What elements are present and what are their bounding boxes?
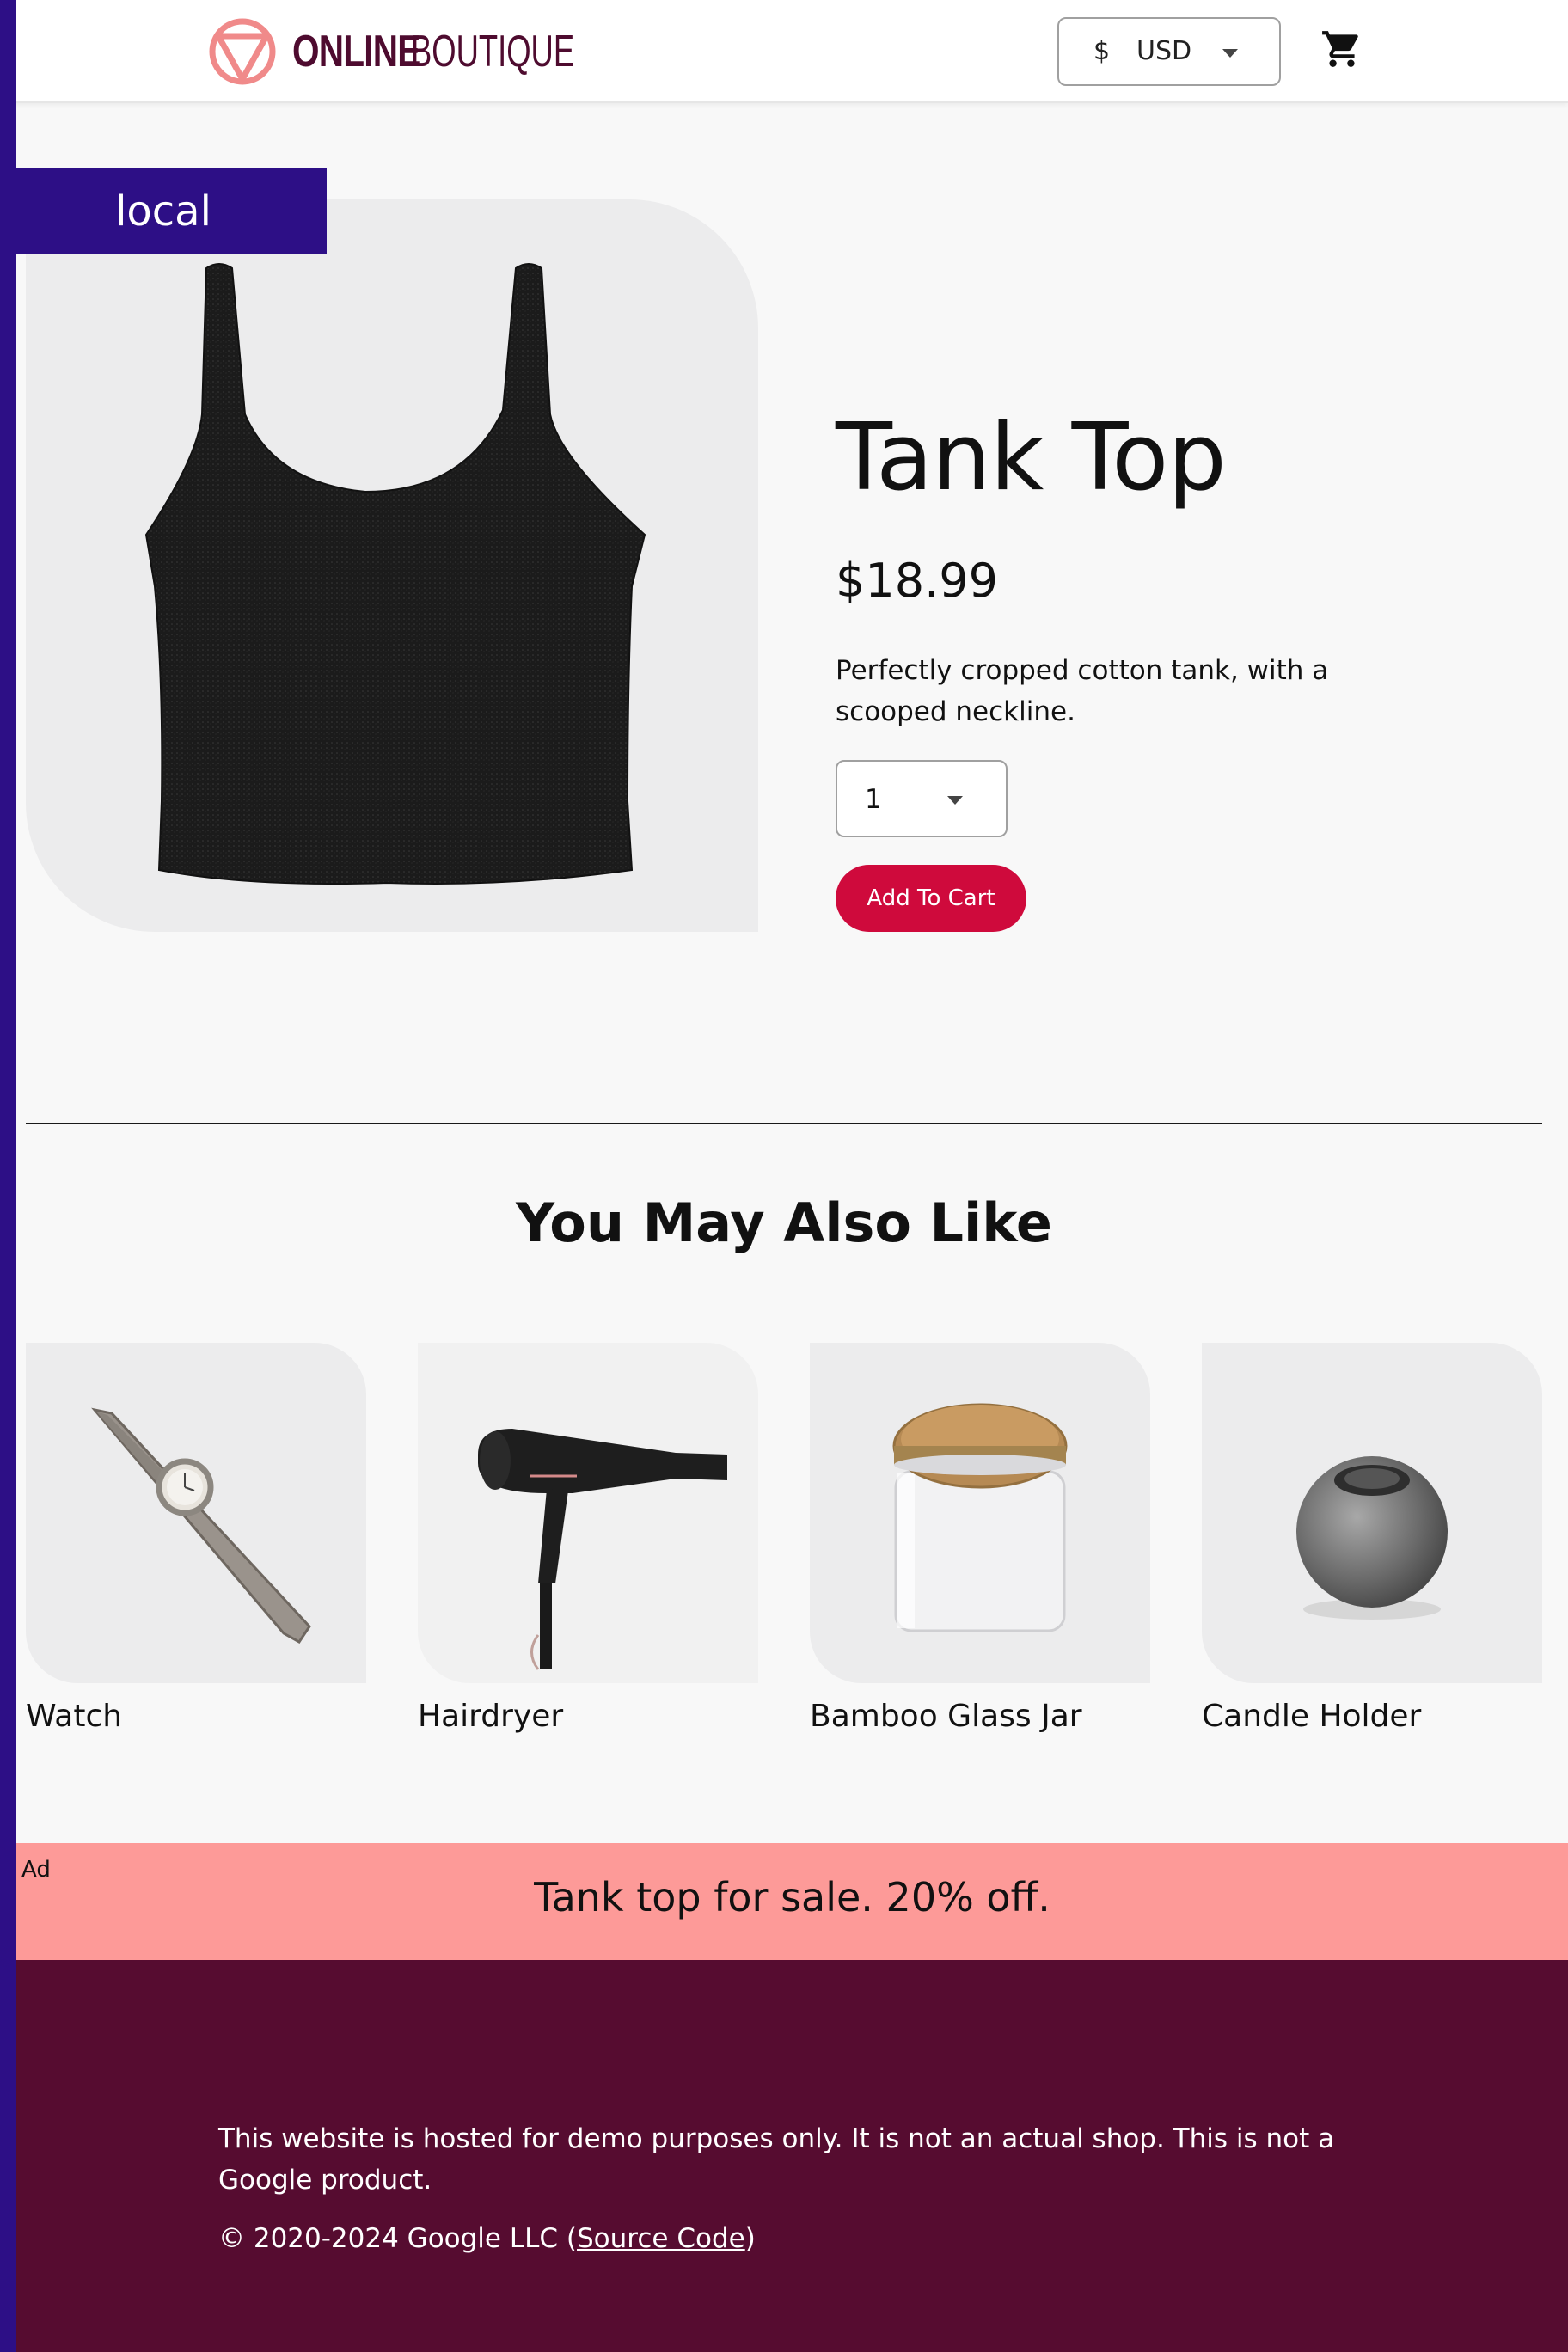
recommendation-name: Watch <box>26 1699 123 1734</box>
glass-jar-image <box>892 1403 1068 1632</box>
recommendation-image[interactable] <box>26 1343 366 1683</box>
page: ONLINE BOUTIQUE $ USD local Tank Top $18… <box>0 0 1568 2352</box>
footer-copyright: © 2020-2024 Google LLC (Source Code) <box>218 2223 756 2254</box>
recommendation-item[interactable]: Hairdryer <box>418 1343 758 1734</box>
logo-text-boutique: BOUTIQUE <box>411 27 575 77</box>
recommendation-name: Bamboo Glass Jar <box>810 1699 1082 1734</box>
product-image <box>26 199 758 932</box>
quantity-select[interactable]: 1 <box>836 760 1008 837</box>
recommendation-name: Candle Holder <box>1202 1699 1422 1734</box>
shopping-cart-icon[interactable] <box>1320 26 1363 72</box>
watch-image <box>91 1407 311 1644</box>
ad-text[interactable]: Tank top for sale. 20% off. <box>16 1874 1568 1920</box>
environment-accent-stripe <box>0 0 16 2352</box>
platform-banner: local <box>0 168 327 254</box>
recommendation-item[interactable]: Bamboo Glass Jar <box>810 1343 1150 1734</box>
copyright-suffix: ) <box>744 2223 756 2254</box>
quantity-value: 1 <box>865 784 882 815</box>
recommendation-image[interactable] <box>1202 1343 1542 1683</box>
add-to-cart-button[interactable]: Add To Cart <box>836 865 1026 932</box>
ad-banner[interactable]: Ad Tank top for sale. 20% off. <box>16 1843 1568 1960</box>
source-code-link[interactable]: Source Code <box>577 2223 745 2254</box>
footer-disclaimer: This website is hosted for demo purposes… <box>218 2123 1335 2196</box>
chevron-down-icon <box>947 796 963 805</box>
site-footer: This website is hosted for demo purposes… <box>0 1960 1568 2352</box>
currency-code: USD <box>1136 36 1192 66</box>
recommendation-name: Hairdryer <box>418 1699 564 1734</box>
candle-holder-image <box>1296 1456 1448 1620</box>
section-divider <box>26 1123 1542 1124</box>
hairdryer-image <box>478 1429 727 1670</box>
site-header: ONLINE BOUTIQUE $ USD <box>0 0 1568 103</box>
copyright-text: © 2020-2024 Google LLC ( <box>218 2223 577 2254</box>
recommendation-item[interactable]: Candle Holder <box>1202 1343 1542 1734</box>
currency-symbol: $ <box>1093 36 1111 66</box>
product-description: Perfectly cropped cotton tank, with a sc… <box>836 655 1329 727</box>
product-title: Tank Top <box>836 404 1227 511</box>
chevron-down-icon <box>1222 49 1238 58</box>
recommendations-title: You May Also Like <box>516 1191 1052 1254</box>
logo-text-online: ONLINE <box>292 27 420 77</box>
currency-select[interactable]: $ USD <box>1057 17 1281 86</box>
product-price: $18.99 <box>836 554 998 608</box>
recommendation-image[interactable] <box>810 1343 1150 1683</box>
recommendation-image[interactable] <box>418 1343 758 1683</box>
recommendation-item[interactable]: Watch <box>26 1343 366 1734</box>
logo[interactable]: ONLINE BOUTIQUE <box>208 15 645 88</box>
tank-top-image <box>144 263 646 885</box>
logo-mark-icon <box>209 18 276 85</box>
